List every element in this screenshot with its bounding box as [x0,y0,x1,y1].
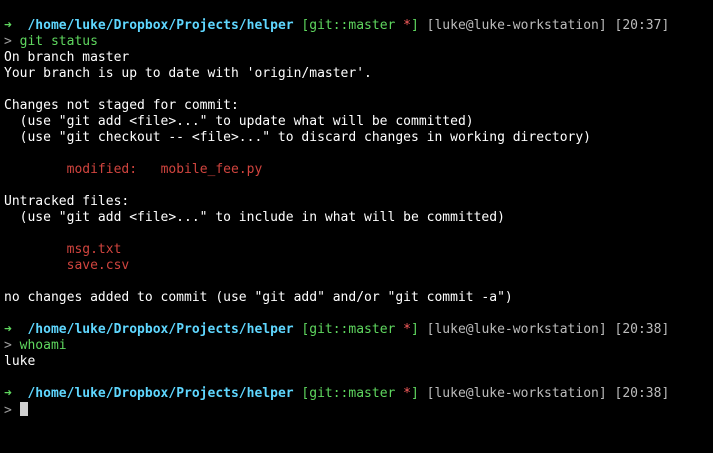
output-line: (use "git checkout -- <file>..." to disc… [4,130,591,145]
output-line: Changes not staged for commit: [4,98,239,113]
command-text: git status [19,34,98,49]
output-line: luke [4,354,36,369]
terminal-cursor[interactable] [19,402,28,416]
input-marker-icon: > [4,34,12,49]
command-line: > git status [4,34,713,50]
input-marker-icon: > [4,338,12,353]
user-host: [luke@luke-workstation] [426,322,607,337]
output-line: On branch master [4,50,130,65]
prompt-time: [20:38] [614,322,670,337]
prompt-line: ➜ /home/luke/Dropbox/Projects/helper [gi… [4,322,713,338]
git-branch: [git::master [301,322,396,337]
prompt-path: /home/luke/Dropbox/Projects/helper [27,18,294,33]
user-host: [luke@luke-workstation] [426,386,607,401]
untracked-file-line: save.csv [4,258,713,274]
untracked-file: msg.txt [66,242,122,257]
command-line: > whoami [4,338,713,354]
prompt-path: /home/luke/Dropbox/Projects/helper [27,322,294,337]
prompt-path: /home/luke/Dropbox/Projects/helper [27,386,294,401]
output-line: no changes added to commit (use "git add… [4,290,513,305]
command-text: whoami [19,338,67,353]
git-branch-close: ] [411,322,419,337]
git-branch-close: ] [411,18,419,33]
prompt-line: ➜ /home/luke/Dropbox/Projects/helper [gi… [4,18,713,34]
prompt-line: ➜ /home/luke/Dropbox/Projects/helper [gi… [4,386,713,402]
prompt-arrow-icon: ➜ [4,18,12,33]
output-line: (use "git add <file>..." to include in w… [4,210,505,225]
output-line: (use "git add <file>..." to update what … [4,114,474,129]
git-branch-close: ] [411,386,419,401]
output-line: Your branch is up to date with 'origin/m… [4,66,372,81]
git-dirty-marker: * [403,322,411,337]
input-marker-icon: > [4,403,12,418]
git-dirty-marker: * [403,18,411,33]
user-host: [luke@luke-workstation] [426,18,607,33]
modified-file-line: modified: mobile_fee.py [4,162,713,178]
prompt-arrow-icon: ➜ [4,322,12,337]
output-line: Untracked files: [4,194,130,209]
prompt-time: [20:37] [614,18,670,33]
modified-file: mobile_fee.py [160,162,263,177]
git-dirty-marker: * [403,386,411,401]
prompt-time: [20:38] [614,386,670,401]
git-branch: [git::master [301,386,396,401]
terminal-window[interactable]: ➜ /home/luke/Dropbox/Projects/helper [gi… [0,0,713,453]
command-input-line[interactable]: > [4,402,713,418]
prompt-arrow-icon: ➜ [4,386,12,401]
modified-label: modified: [66,162,138,177]
git-branch: [git::master [301,18,396,33]
untracked-file: save.csv [66,258,130,273]
untracked-file-line: msg.txt [4,242,713,258]
